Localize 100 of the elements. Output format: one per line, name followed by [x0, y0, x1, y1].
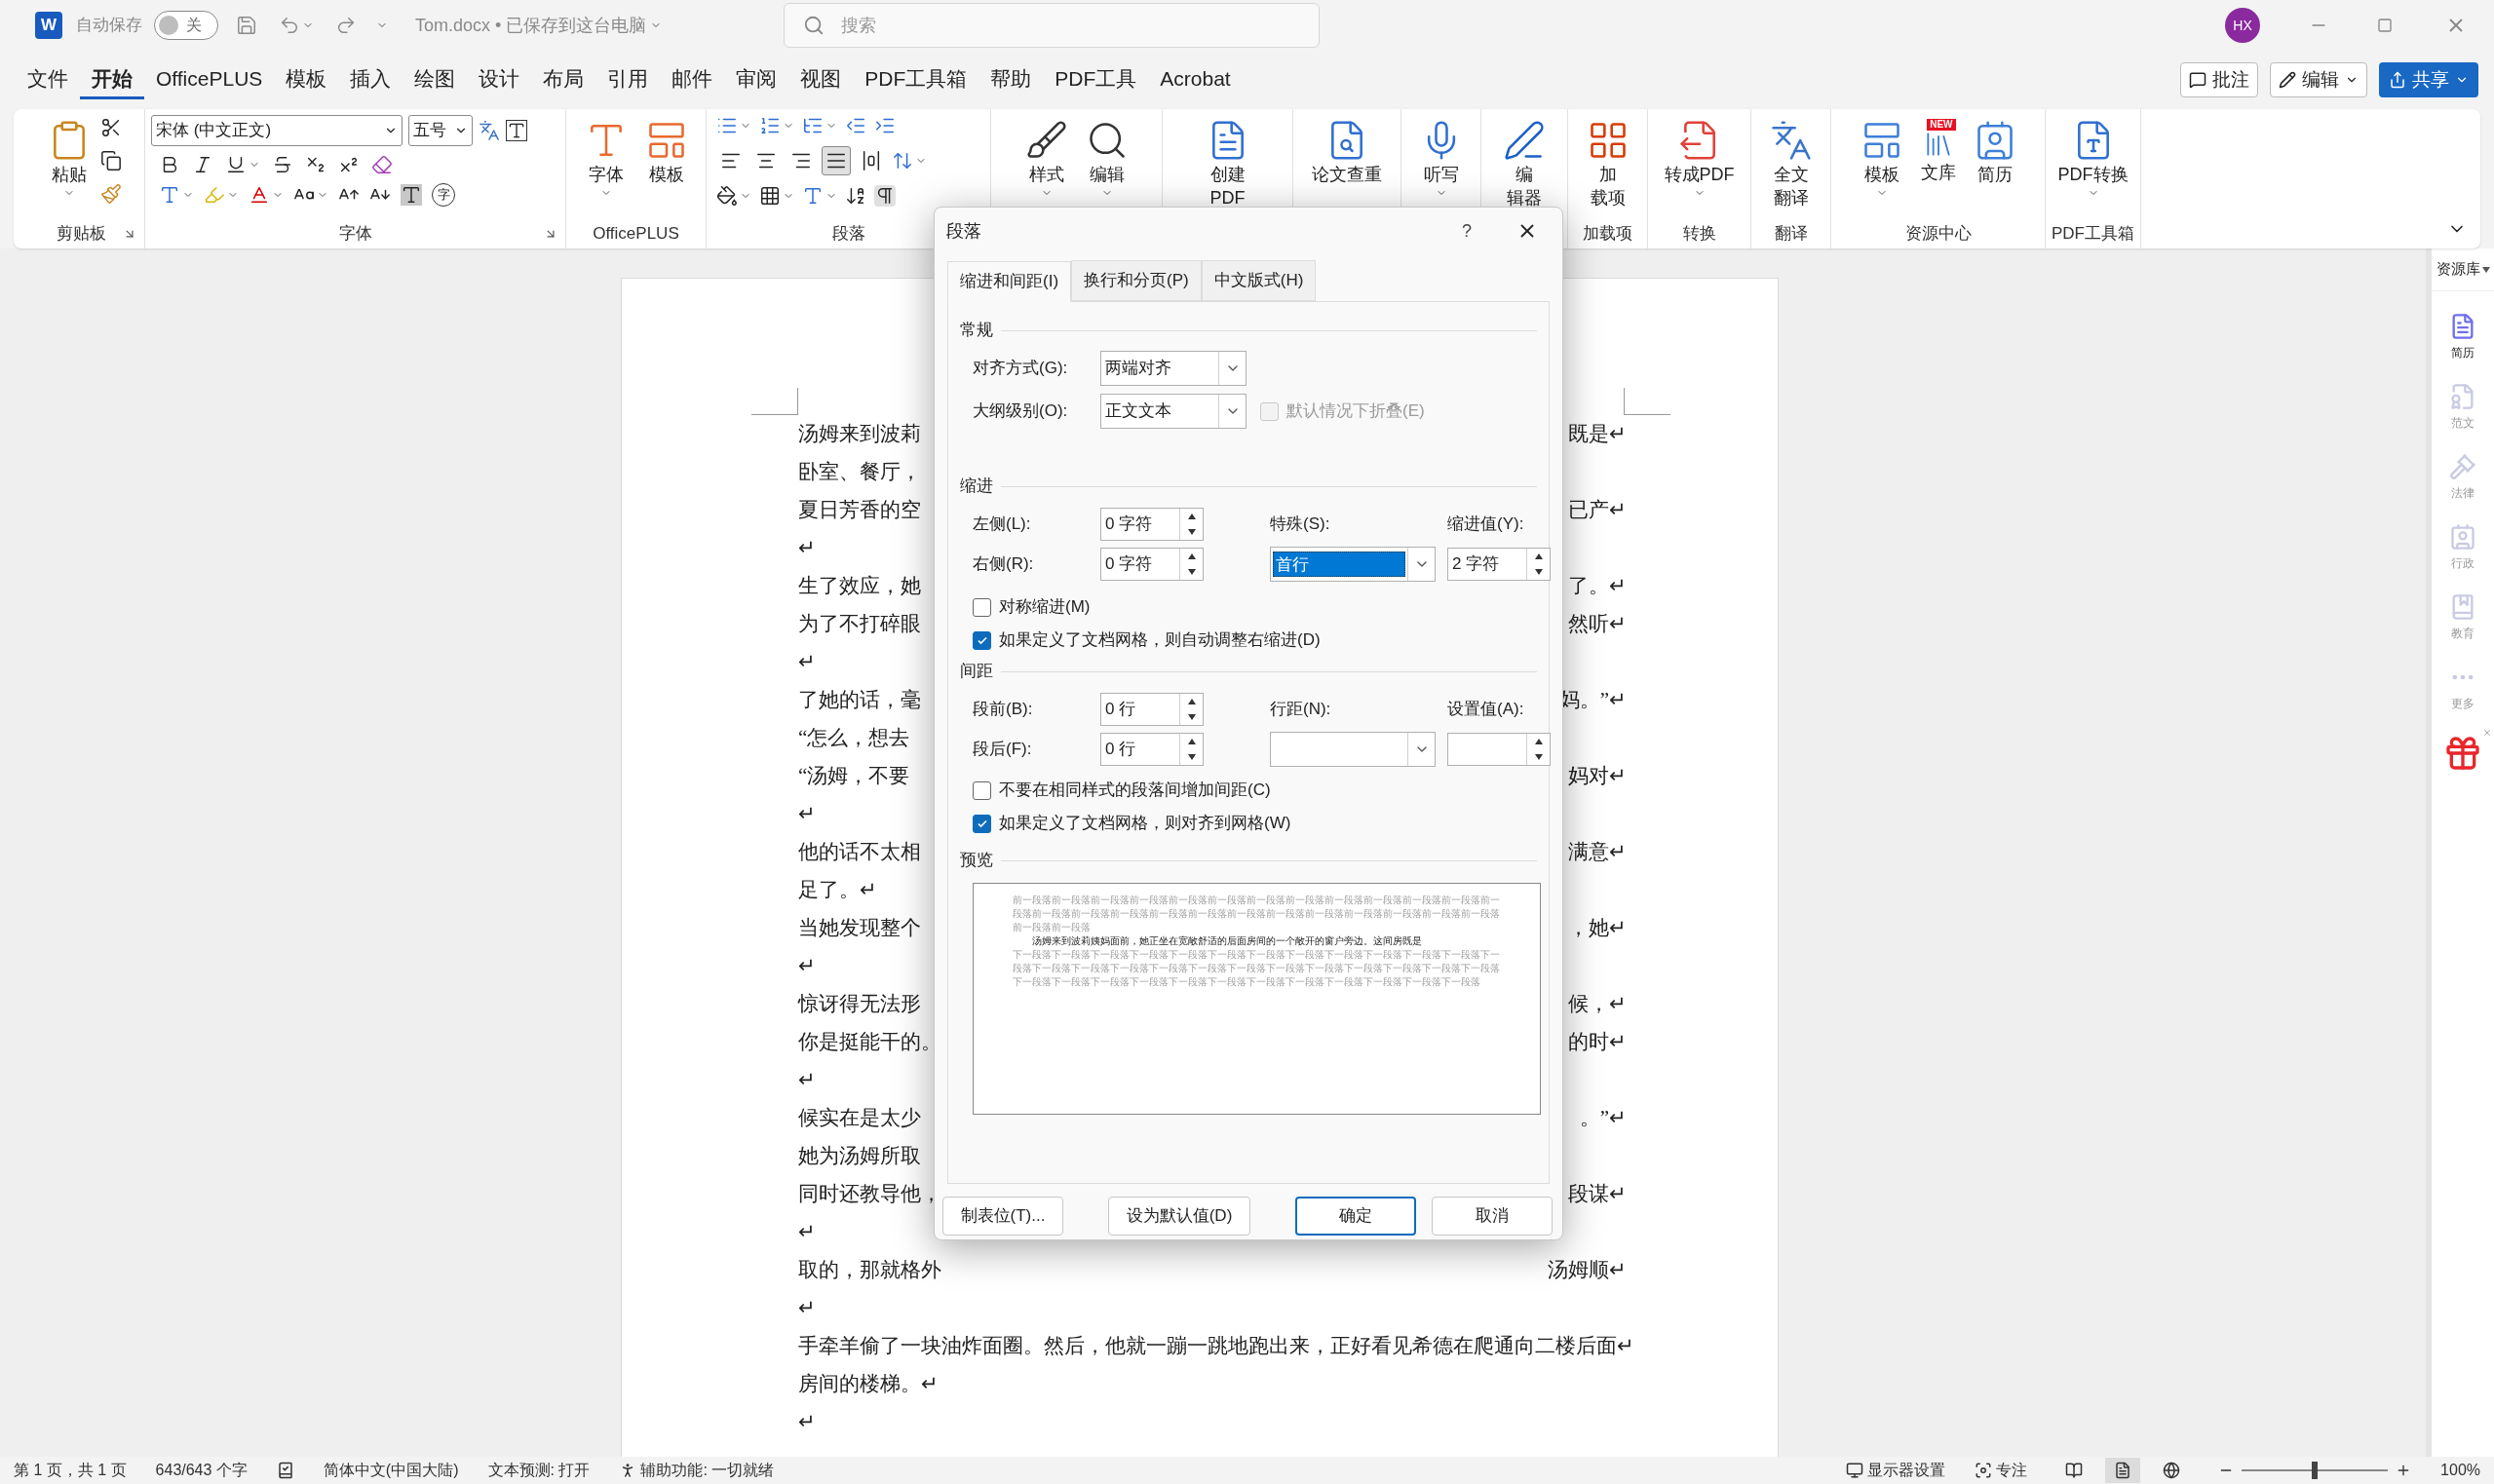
ribbon-button[interactable]: 转成PDF: [1656, 115, 1743, 199]
menu-tab[interactable]: 审阅: [724, 60, 789, 99]
menu-tab[interactable]: OfficePLUS: [144, 60, 275, 99]
pen-icon[interactable]: [1503, 119, 1546, 162]
font-color-icon[interactable]: [249, 184, 270, 206]
dropdown[interactable]: 首行: [1270, 547, 1436, 582]
editing-button[interactable]: 编辑: [2270, 62, 2367, 97]
checkmark-icon[interactable]: [976, 818, 988, 829]
ribbon-button[interactable]: 编 辑器: [1495, 115, 1554, 209]
menu-tab[interactable]: PDF工具箱: [853, 60, 979, 99]
copy-icon[interactable]: [100, 150, 122, 171]
phonetic-guide-icon[interactable]: [479, 120, 500, 141]
dialog-tab[interactable]: 中文版式(H): [1201, 260, 1317, 301]
autosave-toggle[interactable]: 关: [154, 11, 218, 40]
help-button[interactable]: ?: [1447, 213, 1486, 248]
dialog-button[interactable]: 取消: [1432, 1197, 1553, 1236]
menu-tab[interactable]: PDF工具: [1043, 60, 1149, 99]
save-icon[interactable]: [236, 15, 257, 36]
pilcrow-icon[interactable]: [874, 185, 896, 207]
view-button[interactable]: [2105, 1458, 2141, 1483]
checkbox[interactable]: [973, 630, 991, 650]
ribbon-button[interactable]: 样式: [1017, 115, 1076, 199]
ribbon-button[interactable]: PDF转换: [2050, 115, 2136, 199]
zoom-slider[interactable]: [2242, 1462, 2389, 1479]
status-text[interactable]: 643/643 个字: [155, 1459, 248, 1482]
gift-icon[interactable]: [2443, 734, 2482, 773]
spin-field[interactable]: 0 字符: [1100, 508, 1204, 541]
sort-icon[interactable]: [845, 185, 866, 207]
paintbrush-icon[interactable]: [100, 183, 122, 205]
dialog-tab[interactable]: 换行和分页(P): [1071, 260, 1202, 301]
character-shading-icon[interactable]: [401, 184, 422, 206]
web-layout-icon[interactable]: [2163, 1462, 2181, 1479]
dropdown[interactable]: 正文文本: [1100, 394, 1247, 429]
pencil-icon[interactable]: [2279, 71, 2296, 89]
ribbon-button[interactable]: NEW 文库: [1912, 115, 1964, 183]
ribbon-button[interactable]: 创建 PDF: [1198, 115, 1257, 209]
redo-icon[interactable]: [335, 15, 357, 36]
ribbon-button[interactable]: 简历: [1965, 115, 2024, 185]
character-border-icon[interactable]: [506, 120, 527, 141]
comments-button[interactable]: 批注: [2180, 62, 2258, 97]
triangle-down-icon[interactable]: [2481, 266, 2490, 273]
proofing-icon[interactable]: [276, 1462, 294, 1479]
menu-tab[interactable]: Acrobat: [1148, 60, 1243, 99]
spin-field[interactable]: 0 行: [1100, 693, 1204, 726]
ribbon-button[interactable]: 编辑: [1077, 115, 1136, 199]
text-effect-icon[interactable]: [159, 184, 180, 206]
menu-tab[interactable]: 帮助: [978, 60, 1044, 99]
comment-icon[interactable]: [2189, 71, 2206, 89]
avatar[interactable]: HX: [2225, 8, 2260, 43]
ribbon-button[interactable]: 模板: [636, 115, 696, 185]
menu-tab[interactable]: 文件: [16, 60, 80, 99]
scissors-icon[interactable]: [100, 117, 122, 138]
clear-formatting-icon[interactable]: [371, 154, 393, 175]
paint-bucket-icon[interactable]: [716, 185, 738, 207]
read-mode-icon[interactable]: [2065, 1462, 2084, 1479]
ribbon-button[interactable]: 加 载项: [1578, 115, 1637, 209]
dialog-button[interactable]: 设为默认值(D): [1108, 1197, 1250, 1236]
status-text[interactable]: 第 1 页，共 1 页: [14, 1459, 127, 1482]
spin-field[interactable]: [1447, 733, 1551, 766]
underline-icon[interactable]: [225, 154, 247, 175]
borders-icon[interactable]: [759, 185, 781, 207]
menu-tab[interactable]: 邮件: [660, 60, 725, 99]
focus-icon[interactable]: [1975, 1462, 1993, 1479]
share-button[interactable]: 共享: [2379, 62, 2478, 97]
translate-icon[interactable]: [1769, 119, 1813, 162]
font-name-dropdown[interactable]: 宋体 (中文正文): [151, 115, 403, 146]
monitor-icon[interactable]: [1846, 1462, 1864, 1479]
font-size-dropdown[interactable]: 五号: [408, 115, 473, 146]
ribbon-button[interactable]: 模板: [1852, 115, 1911, 199]
ribbon-button[interactable]: 全文 翻译: [1761, 115, 1821, 209]
search-field[interactable]: 搜索: [784, 3, 1321, 48]
dialog-tab[interactable]: 缩进和间距(I): [947, 261, 1072, 302]
menu-tab[interactable]: 设计: [467, 60, 532, 99]
ribbon-button[interactable]: 粘贴: [40, 115, 98, 199]
accessibility-status[interactable]: 辅助功能: 一切就绪: [619, 1459, 775, 1482]
checkmark-icon[interactable]: [976, 634, 988, 646]
asian-layout-icon[interactable]: [802, 185, 824, 207]
strikethrough-icon[interactable]: [272, 154, 293, 175]
ribbon-button[interactable]: 字体: [576, 115, 635, 199]
panel-title[interactable]: 资源库: [2436, 258, 2480, 281]
checkbox[interactable]: [973, 780, 991, 800]
menu-tab[interactable]: 视图: [788, 60, 854, 99]
line-spacing-icon[interactable]: [892, 150, 913, 171]
numbering-icon[interactable]: [759, 115, 781, 136]
menu-tab[interactable]: 引用: [595, 60, 661, 99]
menu-tab[interactable]: 绘图: [403, 60, 468, 99]
zoom-level[interactable]: 100%: [2440, 1459, 2480, 1482]
side-panel-item[interactable]: 简历: [2449, 313, 2476, 361]
share-icon[interactable]: [2389, 71, 2406, 89]
checkbox[interactable]: [973, 814, 991, 833]
dropdown[interactable]: 两端对齐: [1100, 351, 1247, 386]
menu-tab[interactable]: 插入: [338, 60, 403, 99]
undo-icon[interactable]: [279, 15, 300, 36]
checkbox[interactable]: [973, 597, 991, 617]
status-text[interactable]: 简体中文(中国大陆): [323, 1459, 459, 1482]
spin-field[interactable]: 0 字符: [1100, 548, 1204, 581]
dialog-button[interactable]: 制表位(T)...: [942, 1197, 1063, 1236]
display-settings-button[interactable]: 显示器设置: [1846, 1459, 1946, 1482]
print-layout-icon[interactable]: [2114, 1462, 2132, 1479]
ribbon-button[interactable]: 论文查重: [1304, 115, 1390, 185]
